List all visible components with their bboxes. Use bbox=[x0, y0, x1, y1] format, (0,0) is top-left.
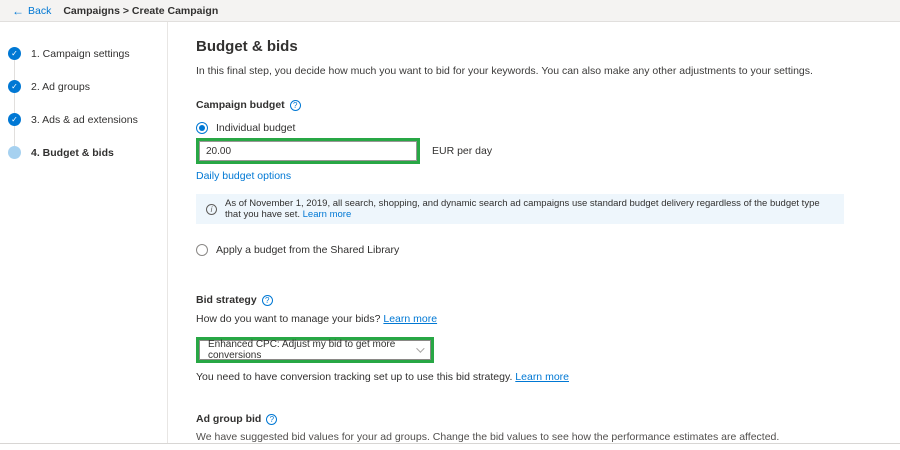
sidebar-step-ads-extensions[interactable]: ✓ 3. Ads & ad extensions bbox=[0, 103, 167, 136]
step-done-icon: ✓ bbox=[8, 80, 21, 93]
intro-text: In this final step, you decide how much … bbox=[196, 65, 900, 77]
bid-strategy-selected-value: Enhanced CPC: Adjust my bid to get more … bbox=[208, 339, 416, 361]
bid-strategy-dropdown-row: Enhanced CPC: Adjust my bid to get more … bbox=[196, 334, 900, 363]
individual-budget-label: Individual budget bbox=[216, 122, 295, 134]
budget-unit-label: EUR per day bbox=[432, 145, 492, 157]
step-label: 3. Ads & ad extensions bbox=[31, 114, 138, 126]
conversion-tracking-learn-more-link[interactable]: Learn more bbox=[515, 371, 569, 383]
sidebar-step-budget-bids[interactable]: 4. Budget & bids bbox=[0, 136, 167, 169]
conversion-tracking-note: You need to have conversion tracking set… bbox=[196, 371, 900, 383]
ad-group-bid-heading: Ad group bid ? bbox=[196, 413, 900, 425]
bid-strategy-question: How do you want to manage your bids? Lea… bbox=[196, 313, 900, 325]
budget-input[interactable] bbox=[199, 141, 417, 161]
shared-budget-label: Apply a budget from the Shared Library bbox=[216, 244, 399, 256]
bid-strategy-dropdown[interactable]: Enhanced CPC: Adjust my bid to get more … bbox=[199, 340, 431, 360]
main-content: Budget & bids In this final step, you de… bbox=[168, 22, 900, 443]
bid-strategy-heading: Bid strategy ? bbox=[196, 294, 900, 306]
shared-budget-radio[interactable] bbox=[196, 244, 208, 256]
sidebar-step-ad-groups[interactable]: ✓ 2. Ad groups bbox=[0, 70, 167, 103]
campaign-budget-heading: Campaign budget ? bbox=[196, 99, 900, 111]
campaign-budget-help-icon[interactable]: ? bbox=[290, 100, 301, 111]
individual-budget-radio[interactable] bbox=[196, 122, 208, 134]
sidebar-step-campaign-settings[interactable]: ✓ 1. Campaign settings bbox=[0, 37, 167, 70]
budget-input-annotation bbox=[196, 138, 420, 164]
step-done-icon: ✓ bbox=[8, 113, 21, 126]
bid-strategy-help-icon[interactable]: ? bbox=[262, 295, 273, 306]
budget-input-row: EUR per day bbox=[196, 138, 900, 164]
shared-budget-option[interactable]: Apply a budget from the Shared Library bbox=[196, 244, 900, 256]
top-bar: ← Back Campaigns > Create Campaign bbox=[0, 0, 900, 22]
page-title: Budget & bids bbox=[196, 38, 900, 55]
bid-strategy-question-text: How do you want to manage your bids? bbox=[196, 313, 380, 325]
campaign-budget-label: Campaign budget bbox=[196, 99, 285, 111]
banner-learn-more-link[interactable]: Learn more bbox=[303, 209, 352, 220]
budget-delivery-banner: i As of November 1, 2019, all search, sh… bbox=[196, 194, 844, 224]
ad-group-bid-description: We have suggested bid values for your ad… bbox=[196, 431, 900, 443]
ad-group-bid-section: Ad group bid ? We have suggested bid val… bbox=[196, 413, 900, 450]
conversion-tracking-note-text: You need to have conversion tracking set… bbox=[196, 371, 512, 383]
info-icon: i bbox=[206, 204, 217, 215]
chevron-down-icon bbox=[416, 344, 424, 352]
banner-text: As of November 1, 2019, all search, shop… bbox=[225, 198, 834, 220]
bottom-divider bbox=[0, 443, 900, 444]
bid-strategy-label: Bid strategy bbox=[196, 294, 257, 306]
create-campaign-screen: ← Back Campaigns > Create Campaign ✓ 1. … bbox=[0, 0, 900, 450]
breadcrumb: Campaigns > Create Campaign bbox=[63, 5, 218, 17]
bid-strategy-learn-more-link[interactable]: Learn more bbox=[383, 313, 437, 325]
step-label: 4. Budget & bids bbox=[31, 147, 114, 159]
back-button[interactable]: ← Back bbox=[12, 5, 51, 17]
step-label: 2. Ad groups bbox=[31, 81, 90, 93]
step-current-icon bbox=[8, 146, 21, 159]
individual-budget-option[interactable]: Individual budget bbox=[196, 122, 900, 134]
back-arrow-icon: ← bbox=[12, 5, 24, 17]
ad-group-bid-help-icon[interactable]: ? bbox=[266, 414, 277, 425]
daily-budget-options-link[interactable]: Daily budget options bbox=[196, 170, 291, 182]
bid-strategy-annotation: Enhanced CPC: Adjust my bid to get more … bbox=[196, 337, 434, 363]
ad-group-bid-label: Ad group bid bbox=[196, 413, 261, 425]
step-label: 1. Campaign settings bbox=[31, 48, 130, 60]
steps-sidebar: ✓ 1. Campaign settings ✓ 2. Ad groups ✓ … bbox=[0, 22, 168, 443]
step-done-icon: ✓ bbox=[8, 47, 21, 60]
bid-strategy-section: Bid strategy ? How do you want to manage… bbox=[196, 294, 900, 383]
back-label: Back bbox=[28, 5, 51, 17]
